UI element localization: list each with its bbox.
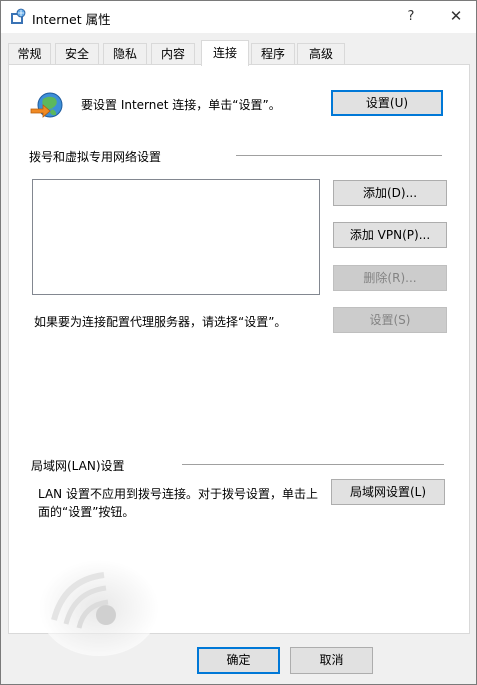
cancel-button[interactable]: 取消 (290, 647, 373, 674)
proxy-instructions: 如果要为连接配置代理服务器，请选择“设置”。 (34, 315, 287, 329)
tab-programs[interactable]: 程序 (251, 43, 295, 65)
setup-button[interactable]: 设置(U) (331, 90, 443, 116)
connections-list[interactable] (32, 179, 320, 295)
add-vpn-button[interactable]: 添加 VPN(P)... (333, 222, 447, 248)
internet-properties-dialog: Internet 属性 ? ✕ 常规 安全 隐私 内容 连接 程序 高级 要设置… (0, 0, 477, 685)
internet-options-icon (11, 8, 26, 24)
tab-advanced[interactable]: 高级 (297, 43, 345, 65)
tab-security[interactable]: 安全 (55, 43, 99, 65)
lan-settings-button[interactable]: 局域网设置(L) (331, 479, 445, 505)
connection-settings-button[interactable]: 设置(S) (333, 307, 447, 333)
ok-button[interactable]: 确定 (197, 647, 280, 674)
close-button[interactable]: ✕ (434, 1, 476, 33)
tab-connections[interactable]: 连接 (201, 40, 249, 66)
internet-connection-icon (30, 92, 63, 118)
add-connection-button[interactable]: 添加(D)... (333, 180, 447, 206)
connections-panel: 要设置 Internet 连接，单击“设置”。 设置(U) 拨号和虚拟专用网络设… (8, 64, 470, 656)
help-button[interactable]: ? (388, 1, 434, 33)
tab-general[interactable]: 常规 (8, 43, 51, 65)
title-bar[interactable]: Internet 属性 ? ✕ (1, 1, 476, 33)
tab-privacy[interactable]: 隐私 (103, 43, 147, 65)
lan-instructions: LAN 设置不应用到拨号连接。对于拨号设置，单击上面的“设置”按钮。 (38, 487, 318, 519)
background-watermark-icon (39, 560, 159, 656)
lan-group-divider (182, 464, 444, 465)
window-title: Internet 属性 (32, 12, 111, 27)
dialup-vpn-group-label: 拨号和虚拟专用网络设置 (29, 148, 162, 165)
dialup-group-divider (236, 155, 442, 156)
remove-connection-button[interactable]: 删除(R)... (333, 265, 447, 291)
setup-instructions: 要设置 Internet 连接，单击“设置”。 (81, 98, 281, 112)
tab-content[interactable]: 内容 (151, 43, 195, 65)
lan-group-label: 局域网(LAN)设置 (31, 457, 125, 474)
